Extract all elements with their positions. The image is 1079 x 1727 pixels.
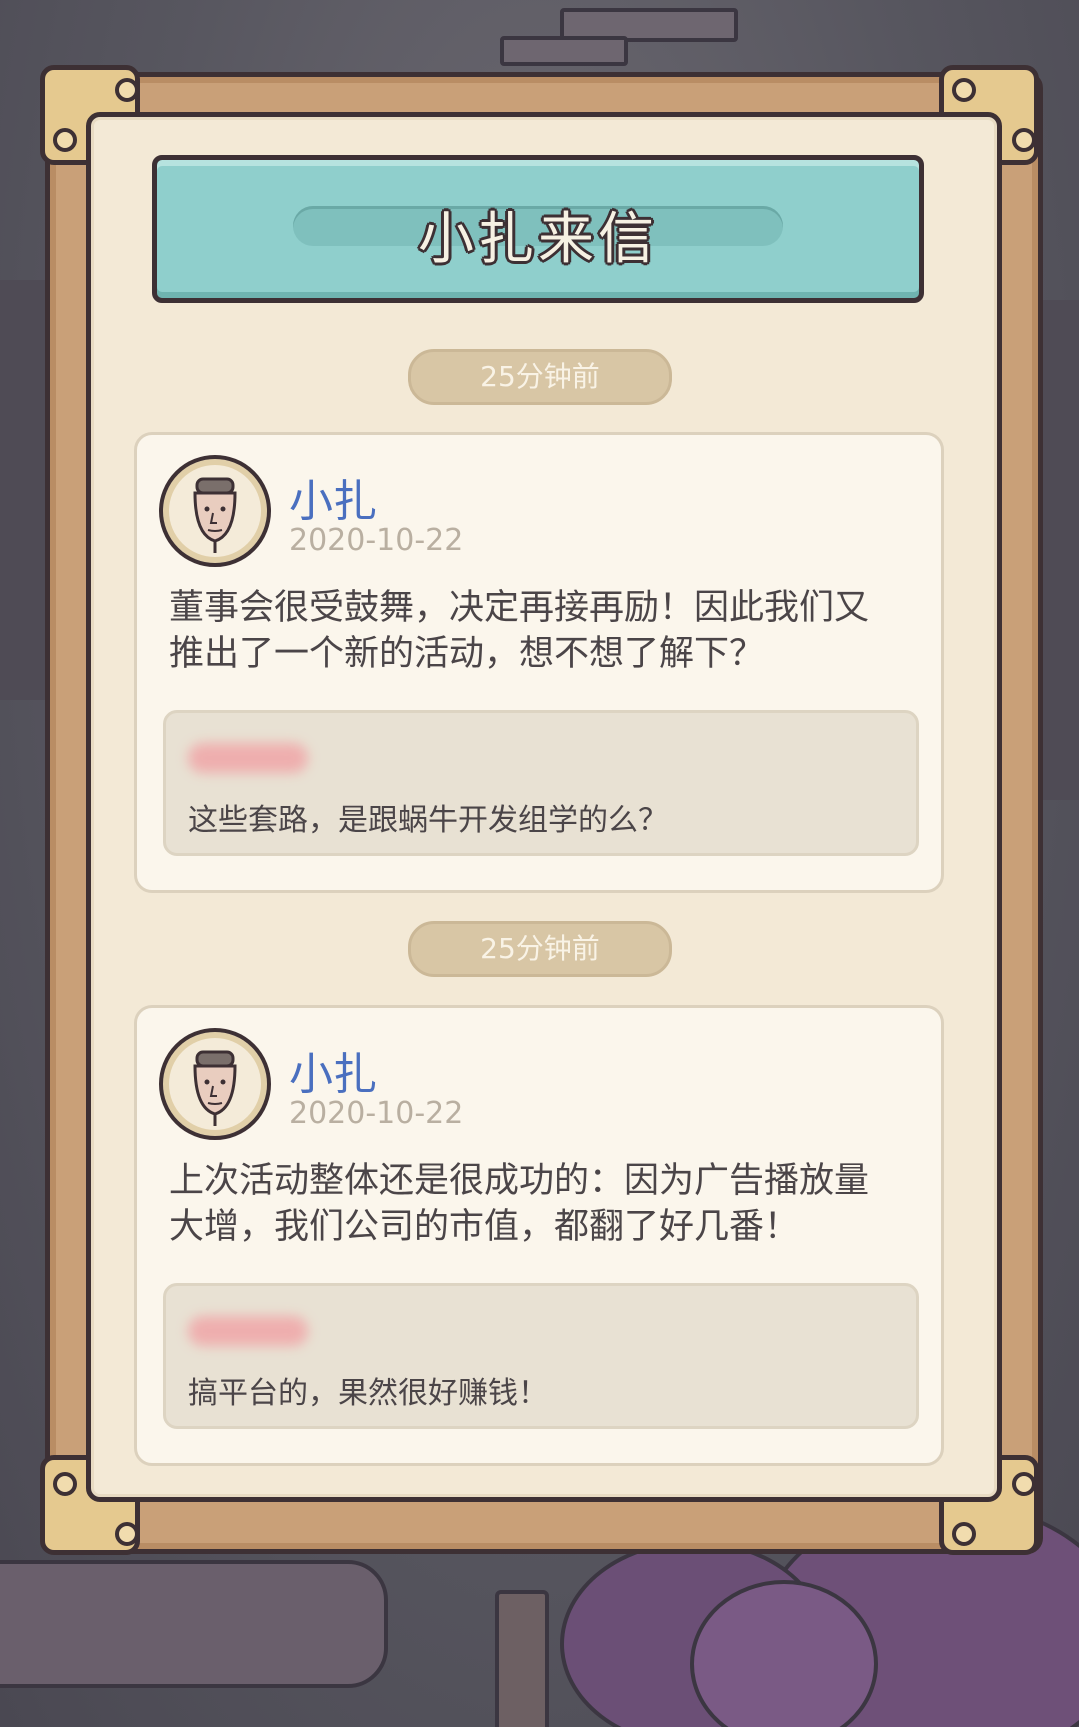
reply-box: 这些套路，是跟蜗牛开发组学的么？ xyxy=(163,710,919,856)
portrait-icon[interactable] xyxy=(159,1028,271,1140)
title-banner: 小扎来信 xyxy=(152,155,924,303)
rock-decoration xyxy=(0,1560,388,1688)
page-title: 小扎来信 xyxy=(418,207,658,272)
message-card: 小扎 2020-10-22 董事会很受鼓舞，决定再接再励！因此我们又 推出了一个… xyxy=(134,432,944,893)
message-date: 2020-10-22 xyxy=(289,523,464,558)
message-body: 上次活动整体还是很成功的：因为广告播放量 大增，我们公司的市值，都翻了好几番！ xyxy=(169,1158,929,1250)
blurred-username xyxy=(188,743,308,773)
sender-name: 小扎 xyxy=(289,476,377,527)
message-date: 2020-10-22 xyxy=(289,1096,464,1131)
message-card: 小扎 2020-10-22 上次活动整体还是很成功的：因为广告播放量 大增，我们… xyxy=(134,1005,944,1466)
reply-box: 搞平台的，果然很好赚钱！ xyxy=(163,1283,919,1429)
reply-text: 这些套路，是跟蜗牛开发组学的么？ xyxy=(188,803,668,838)
sender-name: 小扎 xyxy=(289,1049,377,1100)
post-decoration xyxy=(495,1590,549,1727)
message-body-line: 大增，我们公司的市值，都翻了好几番！ xyxy=(169,1207,800,1247)
message-body-line: 推出了一个新的活动，想不想了解下？ xyxy=(169,634,765,674)
timestamp-badge: 25分钟前 xyxy=(408,921,672,977)
timestamp-badge: 25分钟前 xyxy=(408,349,672,405)
portrait-icon[interactable] xyxy=(159,455,271,567)
blurred-username xyxy=(188,1316,308,1346)
message-body-line: 上次活动整体还是很成功的：因为广告播放量 xyxy=(169,1161,870,1201)
message-body: 董事会很受鼓舞，决定再接再励！因此我们又 推出了一个新的活动，想不想了解下？ xyxy=(169,585,929,677)
message-body-line: 董事会很受鼓舞，决定再接再励！因此我们又 xyxy=(169,588,870,628)
reply-text: 搞平台的，果然很好赚钱！ xyxy=(188,1376,548,1411)
